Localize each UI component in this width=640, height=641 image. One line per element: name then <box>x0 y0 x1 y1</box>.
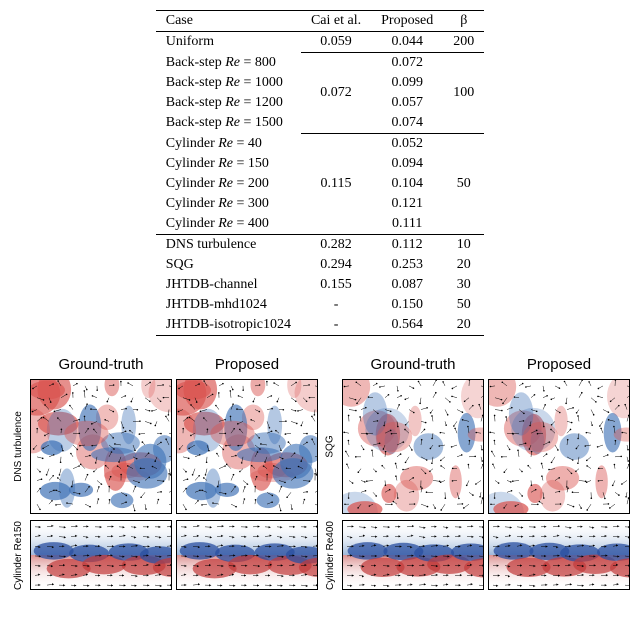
cell-proposed: 0.074 <box>371 113 443 134</box>
table-row: JHTDB-mhd1024-0.15050 <box>156 295 485 315</box>
cell-proposed: 0.564 <box>371 315 443 336</box>
row-label-cyl400: Cylinder Re400 <box>322 520 338 590</box>
cell-proposed: 0.099 <box>371 73 443 93</box>
col-header-4: Proposed <box>488 356 630 373</box>
cell-cai: - <box>301 295 371 315</box>
header-cai: Cai et al. <box>301 11 371 32</box>
cell-case: Cylinder Re = 300 <box>156 194 301 214</box>
col-header-2: Proposed <box>176 356 318 373</box>
panel-sqg-pred <box>488 379 630 514</box>
row-label-sqg: SQG <box>322 379 338 514</box>
panel-dns-pred <box>176 379 318 514</box>
cell-proposed: 0.057 <box>371 93 443 113</box>
cell-cai: 0.294 <box>301 255 371 275</box>
cell-proposed: 0.253 <box>371 255 443 275</box>
table-row: SQG0.2940.25320 <box>156 255 485 275</box>
cell-cai: 0.072 <box>301 53 371 134</box>
row-label-cyl150: Cylinder Re150 <box>10 520 26 590</box>
cell-proposed: 0.150 <box>371 295 443 315</box>
cell-cai: 0.155 <box>301 275 371 295</box>
header-case: Case <box>156 11 301 32</box>
cell-proposed: 0.044 <box>371 32 443 53</box>
cell-proposed: 0.072 <box>371 53 443 74</box>
cell-case: Cylinder Re = 150 <box>156 154 301 174</box>
cell-proposed: 0.094 <box>371 154 443 174</box>
cell-case: Cylinder Re = 200 <box>156 174 301 194</box>
cell-beta: 30 <box>443 275 484 295</box>
cell-case: DNS turbulence <box>156 235 301 256</box>
cell-proposed: 0.104 <box>371 174 443 194</box>
cell-proposed: 0.052 <box>371 134 443 155</box>
table-header-row: Case Cai et al. Proposed β <box>156 11 485 32</box>
cell-proposed: 0.111 <box>371 214 443 235</box>
table-row: Uniform0.0590.044200 <box>156 32 485 53</box>
panel-sqg-gt <box>342 379 484 514</box>
cell-beta: 10 <box>443 235 484 256</box>
cell-case: Back-step Re = 1000 <box>156 73 301 93</box>
table-row: Cylinder Re = 400.1150.05250 <box>156 134 485 155</box>
table-body: Uniform0.0590.044200Back-step Re = 8000.… <box>156 32 485 336</box>
panel-cyl150-gt <box>30 520 172 590</box>
cell-beta: 100 <box>443 53 484 134</box>
cell-cai: 0.115 <box>301 134 371 235</box>
table-row: JHTDB-channel0.1550.08730 <box>156 275 485 295</box>
cell-case: Back-step Re = 800 <box>156 53 301 74</box>
row-label-dns: DNS turbulence <box>10 379 26 514</box>
table-row: Back-step Re = 8000.0720.072100 <box>156 53 485 74</box>
cell-proposed: 0.112 <box>371 235 443 256</box>
col-header-1: Ground-truth <box>30 356 172 373</box>
cell-case: Back-step Re = 1200 <box>156 93 301 113</box>
header-proposed: Proposed <box>371 11 443 32</box>
cell-case: Cylinder Re = 400 <box>156 214 301 235</box>
results-table: Case Cai et al. Proposed β Uniform0.0590… <box>156 10 485 336</box>
table-row: DNS turbulence0.2820.11210 <box>156 235 485 256</box>
cell-case: Back-step Re = 1500 <box>156 113 301 134</box>
table-row: JHTDB-isotropic1024-0.56420 <box>156 315 485 336</box>
cell-case: JHTDB-isotropic1024 <box>156 315 301 336</box>
cell-case: JHTDB-mhd1024 <box>156 295 301 315</box>
panel-cyl400-pred <box>488 520 630 590</box>
cell-case: Uniform <box>156 32 301 53</box>
panel-dns-gt <box>30 379 172 514</box>
panel-cyl150-pred <box>176 520 318 590</box>
figure-grid: Ground-truth Proposed Ground-truth Propo… <box>10 356 630 590</box>
panel-cyl400-gt <box>342 520 484 590</box>
cell-case: Cylinder Re = 40 <box>156 134 301 155</box>
cell-beta: 200 <box>443 32 484 53</box>
cell-beta: 20 <box>443 315 484 336</box>
cell-beta: 50 <box>443 295 484 315</box>
cell-cai: - <box>301 315 371 336</box>
cell-beta: 50 <box>443 134 484 235</box>
header-beta: β <box>443 11 484 32</box>
cell-proposed: 0.121 <box>371 194 443 214</box>
cell-beta: 20 <box>443 255 484 275</box>
cell-case: JHTDB-channel <box>156 275 301 295</box>
cell-proposed: 0.087 <box>371 275 443 295</box>
cell-cai: 0.282 <box>301 235 371 256</box>
col-header-3: Ground-truth <box>342 356 484 373</box>
cell-case: SQG <box>156 255 301 275</box>
cell-cai: 0.059 <box>301 32 371 53</box>
